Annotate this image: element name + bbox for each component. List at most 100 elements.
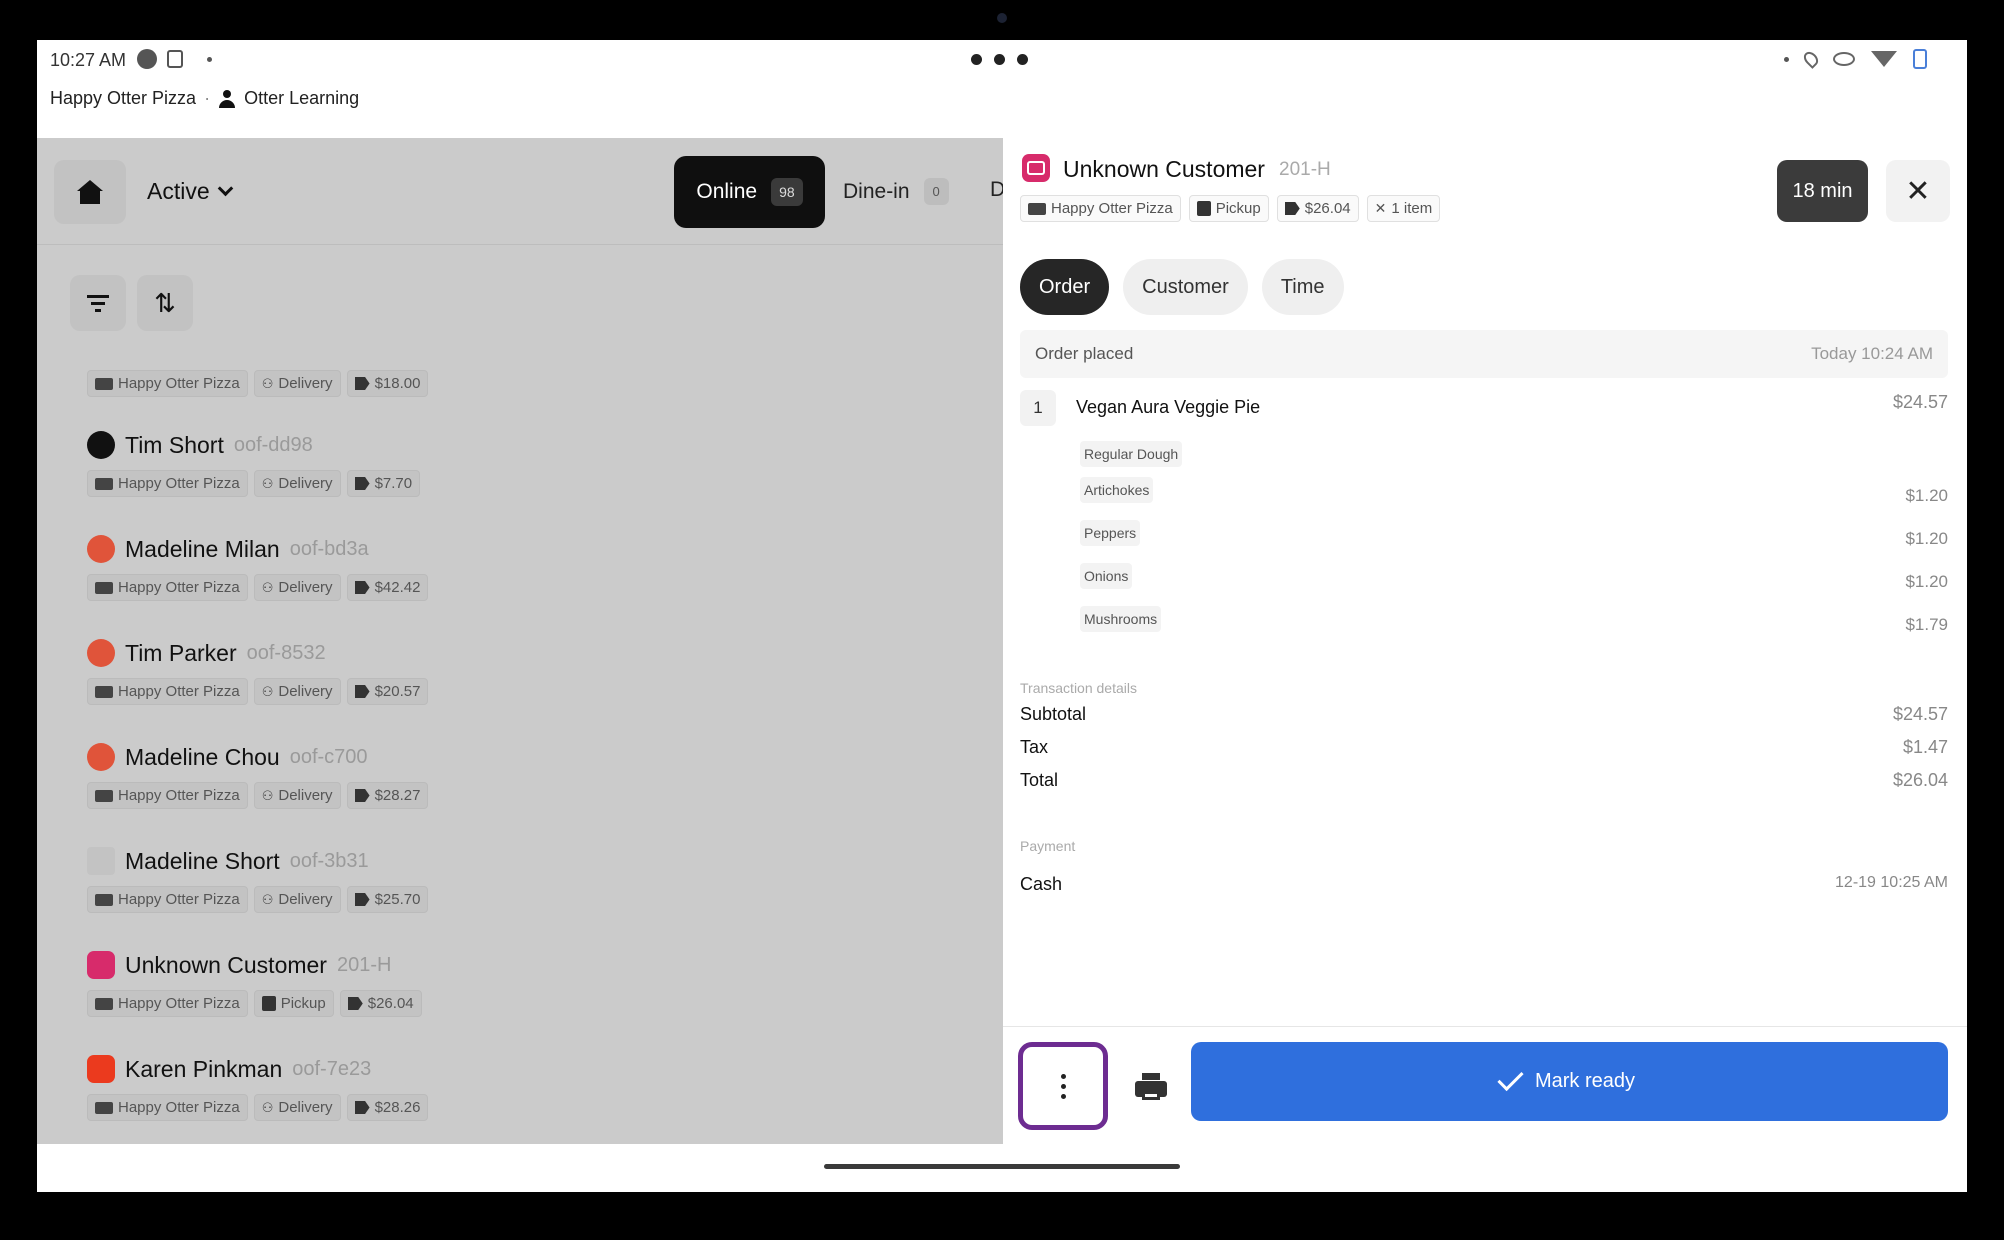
tag-icon [354,893,370,906]
home-icon [77,180,103,204]
close-icon: ✕ [1905,174,1931,208]
order-row[interactable]: Madeline Short oof-3b31 Happy Otter Pizza ⚇… [87,846,429,913]
modifier-name: Mushrooms [1080,606,1162,632]
order-row[interactable]: Karen Pinkman oof-7e23 Happy Otter Pizza ⚇ D… [87,1054,429,1121]
multitask-dots-icon[interactable] [971,54,1028,65]
payment-row: Cash 12-19 10:25 AM [1020,874,1948,895]
person-icon [218,89,236,108]
mark-ready-button[interactable]: Mark ready [1191,1042,1948,1121]
tab-next[interactable]: D [990,178,1003,202]
close-button[interactable]: ✕ [1886,160,1950,222]
tag-icon [1284,202,1300,215]
store-chip: Happy Otter Pizza [87,370,248,397]
separator: · [204,88,211,108]
check-circle-icon [137,49,157,69]
order-placed-label: Order placed [1035,344,1134,363]
customer-name: Madeline Milan [125,535,280,562]
modifier-name: Regular Dough [1080,441,1183,467]
more-options-button[interactable] [1018,1042,1108,1130]
store-chip: Happy Otter Pizza [87,1094,248,1121]
total-chip: $26.04 [1276,195,1359,222]
wifi-icon [1871,51,1897,67]
mode-chip: ⚇ Delivery [253,678,341,705]
location-icon [1801,49,1821,69]
total-value: $26.04 [1892,770,1948,790]
total-chip: $20.57 [346,678,429,705]
tab-time[interactable]: Time [1261,259,1344,315]
prep-timer[interactable]: 18 min [1777,160,1868,222]
user-name: Otter Learning [244,88,360,108]
status-icons-right [1784,49,1927,69]
tag-icon [354,789,370,802]
filter-button[interactable] [70,275,126,331]
check-icon [1497,1064,1524,1091]
delivery-icon: ⚇ [261,1099,274,1115]
customer-name: Madeline Short [125,847,280,874]
modifier-name: Artichokes [1080,477,1154,503]
detail-tabs: Order Customer Time [1020,259,1344,315]
store-icon [95,581,113,594]
tablet-frame: 10:27 AM Happy Otter Pizza · Otter Learn… [0,0,2004,1240]
tag-icon [347,997,363,1010]
mode-chip: ⚇ Delivery [253,1094,341,1121]
order-chips: Happy Otter Pizza Pickup $26.04 ✕ 1 item [1020,195,1441,222]
delivery-icon: ⚇ [261,891,274,907]
status-filter-label: Active [147,178,210,204]
delivery-icon: ⚇ [261,579,274,595]
print-button[interactable] [1123,1055,1179,1117]
status-icons-left [137,49,212,69]
home-button[interactable] [54,160,126,224]
tag-icon [354,581,370,594]
tab-order[interactable]: Order [1020,259,1110,315]
notification-icon [167,50,183,68]
more-vertical-icon [1060,1073,1066,1099]
store-line: Happy Otter Pizza · Otter Learning [50,88,359,109]
mode-chip: ⚇ Delivery [253,370,341,397]
order-row[interactable]: Madeline Chou oof-c700 Happy Otter Pizza ⚇ D… [87,742,429,809]
store-icon [95,997,113,1010]
total-chip: $28.27 [346,782,429,809]
modifier-price: $1.20 [1905,572,1948,591]
delivery-icon: ⚇ [261,375,274,391]
total-label: Total [1020,770,1059,790]
store-chip: Happy Otter Pizza [87,574,248,601]
store-icon [95,477,113,490]
status-filter-dropdown[interactable]: Active [147,178,233,205]
mode-chip: ⚇ Delivery [253,782,341,809]
modifier-name: Onions [1080,563,1133,589]
order-code: oof-c700 [289,745,368,768]
tag-icon [354,685,370,698]
store-name: Happy Otter Pizza [50,88,197,108]
mode-chip: ⚇ Delivery [253,470,341,497]
tag-icon [354,477,370,490]
status-time: 10:27 AM [50,50,127,70]
tab-customer[interactable]: Customer [1123,259,1248,315]
payment-time: 12-19 10:25 AM [1835,874,1948,891]
item-quantity: 1 [1020,390,1056,426]
total-chip: $26.04 [339,990,422,1017]
order-row[interactable]: Unknown Customer 201-H Happy Otter Pizza Pi… [87,950,422,1017]
order-code: oof-8532 [246,641,326,664]
camera-dot [997,13,1007,23]
order-code: 201-H [1279,159,1331,180]
customer-name: Tim Short [125,431,224,458]
subtotal-row: Subtotal $24.57 [1020,704,1948,725]
doordash-brand-icon [87,1055,115,1083]
tab-dine-in[interactable]: Dine-in 0 [843,178,949,205]
black-brand-icon [87,431,115,459]
order-code: oof-dd98 [233,433,313,456]
customer-name: Madeline Chou [125,743,280,770]
tab-online[interactable]: Online 98 [674,156,825,228]
item-price: $24.57 [1892,392,1948,412]
order-row[interactable]: Madeline Milan oof-bd3a Happy Otter Pizza ⚇… [87,534,429,601]
printer-icon [1135,1073,1167,1100]
order-row[interactable]: Tim Parker oof-8532 Happy Otter Pizza ⚇ Deli… [87,638,429,705]
modifier-price: $1.20 [1905,486,1948,505]
order-row[interactable]: Tim Short oof-dd98 Happy Otter Pizza ⚇ Deliv… [87,430,421,497]
store-chip: Happy Otter Pizza [87,782,248,809]
home-indicator[interactable] [824,1164,1180,1169]
red-brand-icon [87,743,115,771]
sort-button[interactable]: ⇅ [137,275,193,331]
order-row-partial[interactable]: Happy Otter Pizza ⚇ Delivery $18.00 [87,370,429,397]
store-icon [95,893,113,906]
